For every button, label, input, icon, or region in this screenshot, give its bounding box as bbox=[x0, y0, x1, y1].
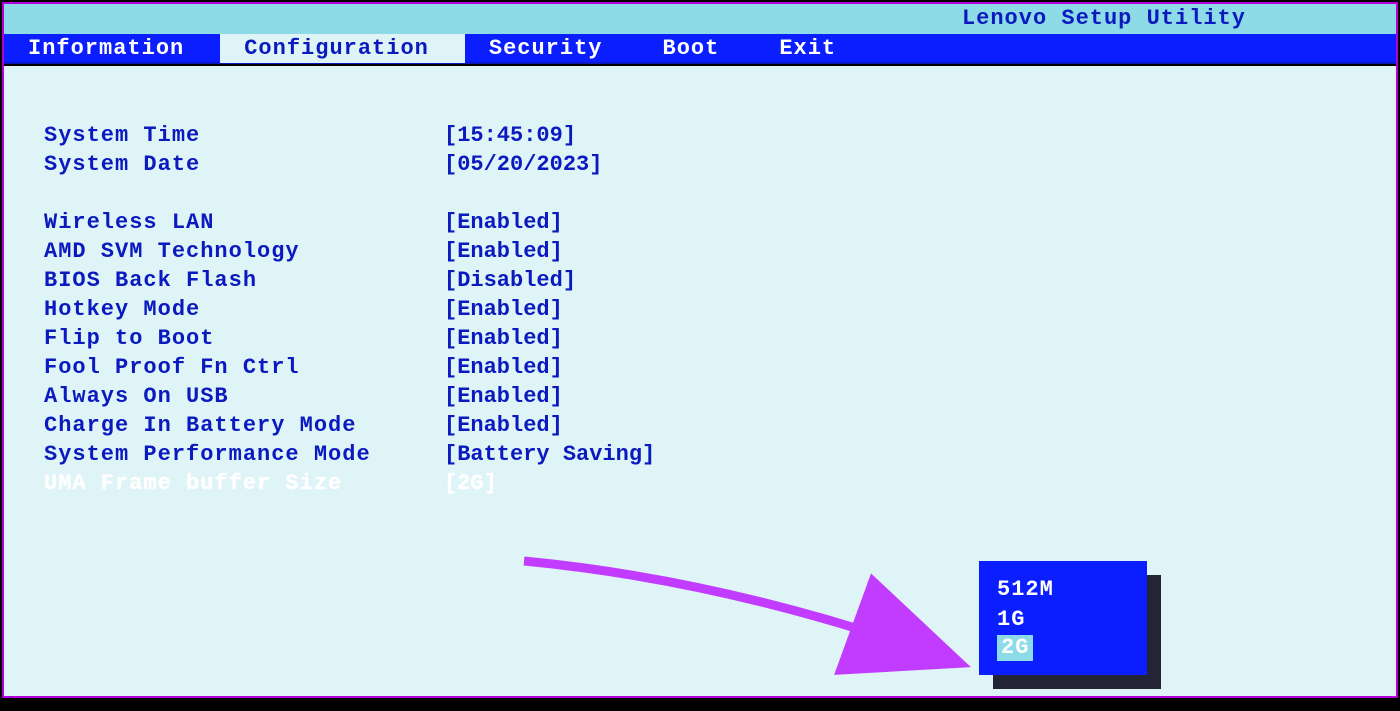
setting-row[interactable]: Always On USB[Enabled] bbox=[44, 382, 655, 411]
setting-label: Wireless LAN bbox=[44, 210, 444, 235]
setting-label: AMD SVM Technology bbox=[44, 239, 444, 264]
popup-option[interactable]: 512M bbox=[997, 575, 1147, 605]
config-body: System Time[15:45:09]System Date[05/20/2… bbox=[4, 66, 1396, 696]
setting-label: Fool Proof Fn Ctrl bbox=[44, 355, 444, 380]
tab-boot[interactable]: Boot bbox=[639, 34, 756, 63]
setting-row[interactable]: Flip to Boot[Enabled] bbox=[44, 324, 655, 353]
setting-value: [05/20/2023] bbox=[444, 152, 602, 177]
setting-label: Charge In Battery Mode bbox=[44, 413, 444, 438]
annotation-arrow-icon bbox=[504, 541, 984, 711]
tab-security[interactable]: Security bbox=[465, 34, 639, 63]
setting-label: System Date bbox=[44, 152, 444, 177]
setting-value: [Enabled] bbox=[444, 384, 563, 409]
uma-size-popup[interactable]: 512M1G2G bbox=[979, 561, 1147, 675]
setting-value: [Battery Saving] bbox=[444, 442, 655, 467]
title-bar: Lenovo Setup Utility bbox=[4, 4, 1396, 34]
setting-row[interactable]: Hotkey Mode[Enabled] bbox=[44, 295, 655, 324]
spacer bbox=[44, 179, 655, 208]
setting-row[interactable]: UMA Frame buffer Size[2G] bbox=[44, 469, 655, 498]
setting-row[interactable]: Wireless LAN[Enabled] bbox=[44, 208, 655, 237]
utility-title: Lenovo Setup Utility bbox=[962, 6, 1246, 31]
setting-value: [Enabled] bbox=[444, 355, 563, 380]
setting-label: System Time bbox=[44, 123, 444, 148]
setting-value: [Enabled] bbox=[444, 297, 563, 322]
setting-row[interactable]: Charge In Battery Mode[Enabled] bbox=[44, 411, 655, 440]
setting-label: Flip to Boot bbox=[44, 326, 444, 351]
setting-label: Hotkey Mode bbox=[44, 297, 444, 322]
setting-row[interactable]: Fool Proof Fn Ctrl[Enabled] bbox=[44, 353, 655, 382]
setting-label: UMA Frame buffer Size bbox=[44, 471, 444, 496]
tab-information[interactable]: Information bbox=[4, 34, 220, 63]
tab-exit[interactable]: Exit bbox=[755, 34, 872, 63]
tab-configuration[interactable]: Configuration bbox=[220, 34, 465, 63]
popup-option[interactable]: 2G bbox=[997, 635, 1033, 661]
setting-row[interactable]: System Performance Mode[Battery Saving] bbox=[44, 440, 655, 469]
bios-frame: Lenovo Setup Utility InformationConfigur… bbox=[2, 2, 1398, 698]
setting-value: [Enabled] bbox=[444, 239, 563, 264]
setting-value: [Disabled] bbox=[444, 268, 576, 293]
setting-label: Always On USB bbox=[44, 384, 444, 409]
setting-label: System Performance Mode bbox=[44, 442, 444, 467]
tab-strip: InformationConfigurationSecurityBootExit bbox=[4, 34, 1396, 62]
setting-value: [Enabled] bbox=[444, 413, 563, 438]
settings-list: System Time[15:45:09]System Date[05/20/2… bbox=[44, 121, 655, 498]
setting-row[interactable]: AMD SVM Technology[Enabled] bbox=[44, 237, 655, 266]
popup-option[interactable]: 1G bbox=[997, 605, 1147, 635]
setting-value: [2G] bbox=[444, 471, 497, 496]
setting-label: BIOS Back Flash bbox=[44, 268, 444, 293]
setting-value: [Enabled] bbox=[444, 210, 563, 235]
setting-value: [15:45:09] bbox=[444, 123, 576, 148]
setting-row[interactable]: System Time[15:45:09] bbox=[44, 121, 655, 150]
setting-value: [Enabled] bbox=[444, 326, 563, 351]
setting-row[interactable]: System Date[05/20/2023] bbox=[44, 150, 655, 179]
setting-row[interactable]: BIOS Back Flash[Disabled] bbox=[44, 266, 655, 295]
